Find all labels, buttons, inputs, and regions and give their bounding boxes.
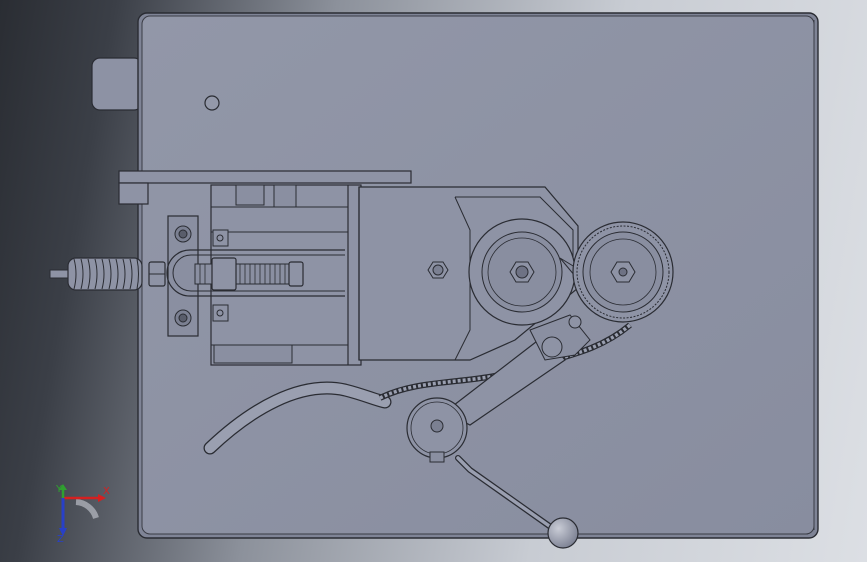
orientation-triad: X Y Z: [55, 484, 110, 544]
spring[interactable]: [49, 257, 143, 291]
mounting-hole: [204, 95, 220, 111]
triad-y-label: Y: [55, 484, 63, 495]
cad-model-drawing[interactable]: [0, 0, 867, 562]
power-switch-block[interactable]: [91, 57, 143, 111]
lever-knob[interactable]: [547, 517, 579, 549]
triad-z-label: Z: [57, 534, 64, 544]
gear-wheel[interactable]: [572, 221, 674, 323]
cad-graphics-viewport[interactable]: X Y Z: [0, 0, 867, 562]
triad-x-label: X: [103, 486, 110, 497]
